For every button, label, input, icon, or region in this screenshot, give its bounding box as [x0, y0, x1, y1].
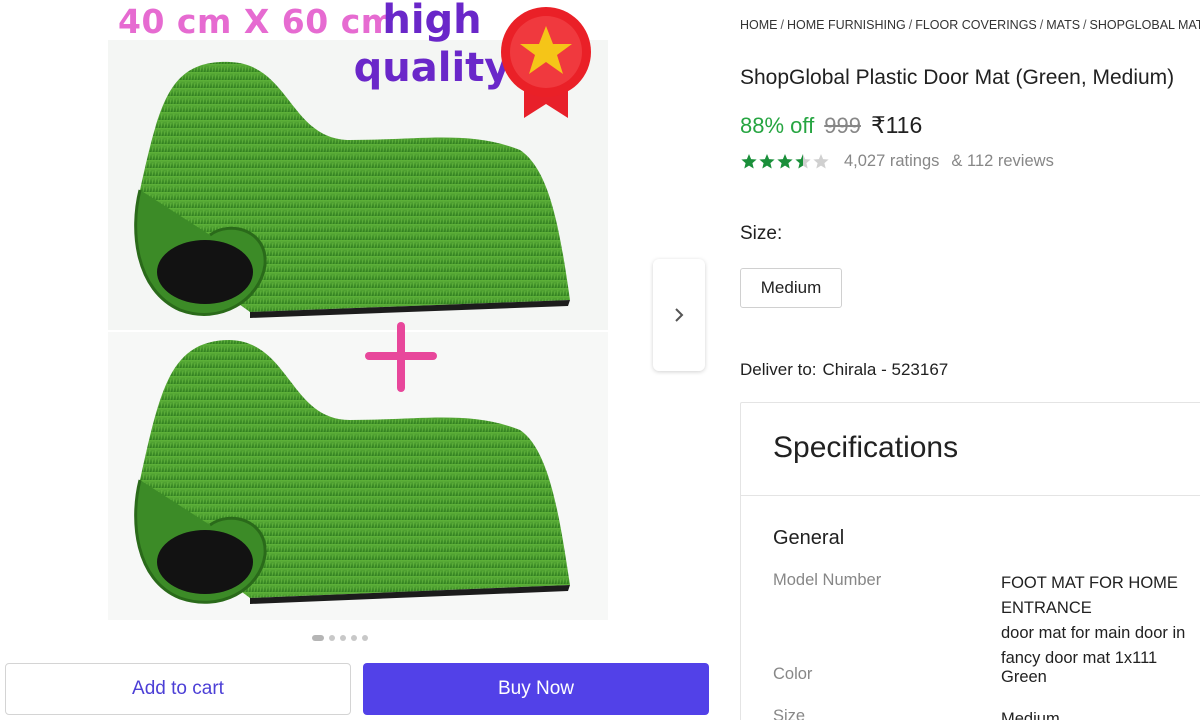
- spec-value: Green: [1001, 668, 1047, 686]
- image-pagination: [312, 635, 368, 641]
- star-rating: [740, 153, 832, 171]
- stars-icon: [741, 153, 829, 168]
- deliver-label: Deliver to:: [740, 360, 817, 379]
- star-icon: [759, 153, 775, 168]
- original-price: 999: [824, 113, 861, 138]
- star-badge-icon: [501, 7, 591, 118]
- product-gallery: 40 cm X 60 cm high quality Add to cart B…: [0, 0, 720, 720]
- specifications-heading: Specifications: [773, 431, 959, 464]
- spec-value: FOOT MAT FOR HOME ENTRANCE door mat for …: [1001, 574, 1186, 667]
- buy-now-button[interactable]: Buy Now: [363, 663, 709, 715]
- spec-value: Medium: [1001, 710, 1060, 720]
- promo-quality-text: high quality: [353, 0, 511, 91]
- star-icon: [777, 153, 793, 168]
- next-image-button[interactable]: [653, 259, 705, 371]
- size-option-medium[interactable]: Medium: [740, 268, 842, 308]
- ratings-count[interactable]: 4,027 ratings: [844, 152, 939, 171]
- pagination-dot[interactable]: [351, 635, 357, 641]
- delivery-info: Deliver to: Chirala - 523167: [740, 360, 948, 380]
- chevron-right-icon: [675, 308, 684, 322]
- breadcrumb-home[interactable]: HOME: [740, 18, 778, 32]
- price-row: 88% off 999 ₹116: [740, 112, 922, 139]
- spec-key: Model Number: [773, 571, 882, 589]
- star-icon: [813, 153, 829, 168]
- star-icon: [795, 153, 811, 168]
- delivery-location[interactable]: Chirala - 523167: [823, 360, 949, 379]
- rating-row: 4,027 ratings & 112 reviews: [740, 152, 1054, 171]
- breadcrumb-home-furnishing[interactable]: HOME FURNISHING: [787, 18, 906, 32]
- pagination-dot[interactable]: [340, 635, 346, 641]
- pagination-dot[interactable]: [312, 635, 324, 641]
- reviews-count[interactable]: & 112 reviews: [951, 152, 1053, 171]
- specifications-card: Specifications General Model Number FOOT…: [740, 402, 1200, 720]
- pagination-dot[interactable]: [362, 635, 368, 641]
- size-label: Size:: [740, 223, 783, 244]
- selling-price: ₹116: [870, 112, 923, 138]
- star-icon: [741, 153, 757, 168]
- spec-group-general: General: [773, 527, 845, 549]
- breadcrumb-floor-coverings[interactable]: FLOOR COVERINGS: [915, 18, 1037, 32]
- divider: [741, 495, 1200, 496]
- spec-key: Size: [773, 707, 806, 720]
- add-to-cart-button[interactable]: Add to cart: [5, 663, 351, 715]
- spec-key: Color: [773, 665, 813, 683]
- breadcrumb: HOME / HOME FURNISHING / FLOOR COVERINGS / MAT…: [740, 18, 1200, 32]
- product-title: ShopGlobal Plastic Door Mat (Green, Medi…: [740, 66, 1175, 89]
- pagination-dot[interactable]: [329, 635, 335, 641]
- breadcrumb-mats[interactable]: MATS: [1046, 18, 1080, 32]
- discount-label: 88% off: [740, 113, 815, 138]
- breadcrumb-shopglobal-mats[interactable]: SHOPGLOBAL MATS: [1090, 18, 1200, 32]
